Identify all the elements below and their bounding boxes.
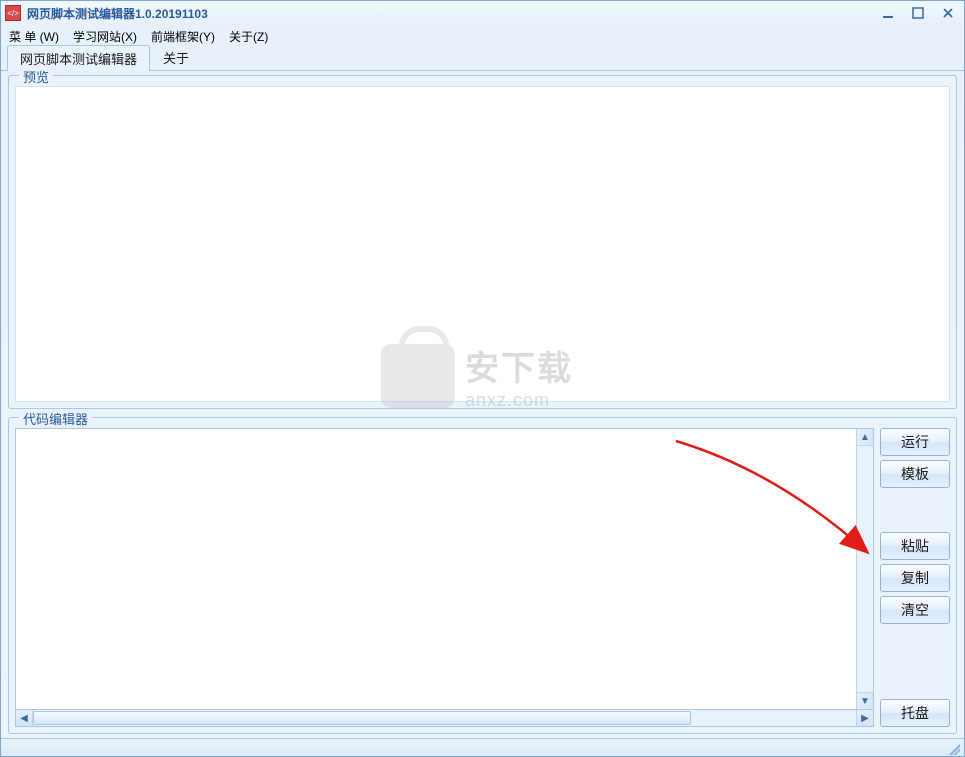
- template-button[interactable]: 模板: [880, 460, 950, 488]
- menubar: 菜 单 (W) 学习网站(X) 前端框架(Y) 关于(Z): [1, 25, 964, 47]
- preview-legend: 预览: [19, 67, 53, 86]
- scroll-track-vertical[interactable]: [857, 446, 873, 692]
- side-buttons: 运行 模板 粘贴 复制 清空 托盘: [880, 428, 950, 727]
- tray-button[interactable]: 托盘: [880, 699, 950, 727]
- run-button[interactable]: 运行: [880, 428, 950, 456]
- maximize-button[interactable]: [906, 5, 930, 21]
- menu-item-learn[interactable]: 学习网站(X): [73, 28, 137, 45]
- window-title: 网页脚本测试编辑器1.0.20191103: [27, 5, 876, 22]
- tabbar: 网页脚本测试编辑器 关于: [1, 47, 964, 71]
- code-editor-panel: 代码编辑器 ▲ ▼ ◀: [8, 417, 957, 734]
- scroll-left-icon[interactable]: ◀: [16, 710, 33, 726]
- minimize-button[interactable]: [876, 5, 900, 21]
- scroll-track-horizontal[interactable]: [33, 710, 856, 726]
- tab-about[interactable]: 关于: [150, 44, 202, 70]
- horizontal-scrollbar[interactable]: ◀ ▶: [15, 710, 874, 727]
- clear-button[interactable]: 清空: [880, 596, 950, 624]
- menu-item-about[interactable]: 关于(Z): [229, 28, 268, 45]
- window-controls: [876, 5, 960, 21]
- preview-panel: 预览: [8, 75, 957, 409]
- vertical-scrollbar[interactable]: ▲ ▼: [856, 429, 873, 709]
- editor-legend: 代码编辑器: [19, 409, 92, 428]
- scroll-right-icon[interactable]: ▶: [856, 710, 873, 726]
- app-icon: </>: [5, 5, 21, 21]
- titlebar: </> 网页脚本测试编辑器1.0.20191103: [1, 1, 964, 25]
- client-area: 预览 代码编辑器 ▲ ▼ ◀: [8, 75, 957, 734]
- scroll-thumb-horizontal[interactable]: [33, 711, 691, 725]
- statusbar: [1, 738, 964, 756]
- menu-item-framework[interactable]: 前端框架(Y): [151, 28, 215, 45]
- app-window: </> 网页脚本测试编辑器1.0.20191103 菜 单 (W) 学习网站(X…: [0, 0, 965, 757]
- scroll-up-icon[interactable]: ▲: [857, 429, 873, 446]
- code-editor[interactable]: [16, 429, 856, 709]
- copy-button[interactable]: 复制: [880, 564, 950, 592]
- scroll-down-icon[interactable]: ▼: [857, 692, 873, 709]
- menu-item-main[interactable]: 菜 单 (W): [9, 28, 59, 45]
- close-button[interactable]: [936, 5, 960, 21]
- preview-surface[interactable]: [15, 86, 950, 402]
- resize-grip-icon[interactable]: [946, 741, 960, 755]
- paste-button[interactable]: 粘贴: [880, 532, 950, 560]
- code-editor-wrap: ▲ ▼: [15, 428, 874, 710]
